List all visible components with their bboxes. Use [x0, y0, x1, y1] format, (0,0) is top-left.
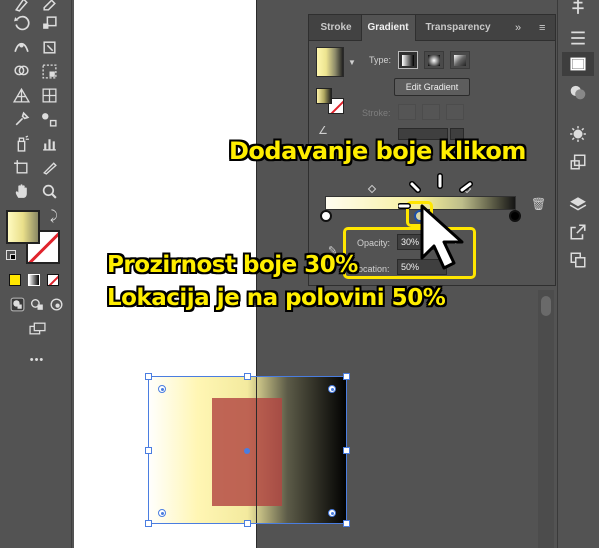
align-icon[interactable] [566, 0, 590, 18]
hamburger-menu-icon[interactable]: ≡ [539, 15, 545, 41]
layers-dock-icon[interactable] [566, 192, 590, 216]
swap-fill-stroke-icon[interactable]: ⤸ [50, 208, 58, 224]
gradient-fill-indicator-front [316, 88, 332, 104]
double-chevron-right-icon[interactable]: » [515, 15, 521, 41]
artboard-tool-icon[interactable] [10, 157, 32, 177]
scale-tool-icon[interactable] [38, 13, 60, 33]
tab-divider [415, 14, 416, 41]
appearance-dock-icon[interactable] [566, 122, 590, 146]
tab-transparency[interactable]: Transparency [419, 15, 497, 41]
gradient-stop-left[interactable] [320, 210, 332, 222]
mesh-tool-icon[interactable] [38, 85, 60, 105]
none-mode-icon[interactable] [47, 274, 59, 286]
callout-add-color: Dodavanje boje klikom [229, 137, 526, 165]
tab-stroke[interactable]: Stroke [315, 15, 357, 41]
transparency-dock-icon[interactable] [566, 80, 590, 104]
selection-handle[interactable] [343, 520, 350, 527]
screen-mode-icon[interactable] [26, 318, 48, 338]
anchor-tool-icon[interactable] [10, 0, 32, 14]
radial-gradient-button[interactable] [424, 51, 444, 69]
draw-normal-icon[interactable] [6, 294, 28, 314]
selection-handle[interactable] [145, 373, 152, 380]
export-dock-icon[interactable] [566, 220, 590, 244]
shape-builder-tool-icon[interactable] [10, 61, 32, 81]
stroke-along-button [422, 104, 440, 120]
gradient-presets-caret-icon[interactable]: ▼ [348, 58, 356, 67]
selection-handle[interactable] [145, 520, 152, 527]
default-fill-stroke-icon[interactable] [6, 250, 16, 260]
trash-icon[interactable]: 🗑 [531, 197, 546, 211]
right-dock [557, 0, 599, 548]
live-corner-widget[interactable] [158, 509, 166, 517]
edit-gradient-button[interactable]: Edit Gradient [394, 78, 470, 96]
callout-location: Lokacija je na polovini 50% [107, 285, 446, 311]
live-corner-widget[interactable] [328, 509, 336, 517]
gradient-preview-swatch[interactable] [316, 47, 344, 77]
angle-icon: ∠ [318, 125, 328, 137]
properties-icon[interactable] [566, 26, 590, 50]
stroke-across-button [446, 104, 464, 120]
linear-gradient-button[interactable] [398, 51, 418, 69]
selection-handle[interactable] [244, 520, 251, 527]
gradient-stop-right[interactable] [509, 210, 521, 222]
selection-handle[interactable] [145, 447, 152, 454]
more-tools-button[interactable]: ••• [26, 354, 48, 366]
zoom-tool-icon[interactable] [38, 181, 60, 201]
freeform-gradient-button[interactable] [450, 51, 470, 69]
rotate-tool-icon[interactable] [10, 13, 32, 33]
live-corner-widget[interactable] [158, 385, 166, 393]
tab-divider [361, 14, 362, 41]
stroke-within-button [398, 104, 416, 120]
live-corner-widget[interactable] [328, 385, 336, 393]
fill-swatch-front [6, 210, 40, 244]
tab-gradient[interactable]: Gradient [361, 15, 415, 41]
callout-opacity: Prozirnost boje 30% [107, 252, 358, 278]
center-point [244, 448, 250, 454]
scroll-thumb[interactable] [541, 296, 551, 316]
vertical-scrollbar[interactable] [538, 290, 554, 548]
symbol-sprayer-tool-icon[interactable] [10, 133, 32, 153]
stroke-label: Stroke: [362, 108, 391, 118]
asset-export-dock-icon[interactable] [566, 150, 590, 174]
selection-handle[interactable] [244, 373, 251, 380]
artboards-dock-icon[interactable] [566, 248, 590, 272]
draw-inside-icon[interactable] [45, 294, 67, 314]
panel-tab-bar: Stroke Gradient Transparency » ≡ [309, 15, 555, 41]
live-paint-tool-icon[interactable] [38, 61, 60, 81]
blend-tool-icon[interactable] [38, 109, 60, 129]
color-mode-icon[interactable] [9, 274, 21, 286]
hand-tool-icon[interactable] [10, 181, 32, 201]
free-transform-tool-icon[interactable] [38, 37, 60, 57]
type-label: Type: [369, 55, 392, 65]
width-tool-icon[interactable] [10, 37, 32, 57]
gradient-mode-icon[interactable] [28, 274, 40, 286]
click-burst-icon [398, 173, 473, 270]
gradient-dock-icon[interactable] [566, 52, 590, 76]
slice-tool-icon[interactable] [38, 157, 60, 177]
eraser-tool-icon[interactable] [38, 0, 60, 14]
selection-handle[interactable] [343, 447, 350, 454]
selection-handle[interactable] [343, 373, 350, 380]
column-graph-tool-icon[interactable] [38, 133, 60, 153]
tools-panel: ⤸ ••• [0, 0, 72, 548]
perspective-grid-tool-icon[interactable] [10, 85, 32, 105]
eyedropper-tool-icon[interactable] [10, 109, 32, 129]
